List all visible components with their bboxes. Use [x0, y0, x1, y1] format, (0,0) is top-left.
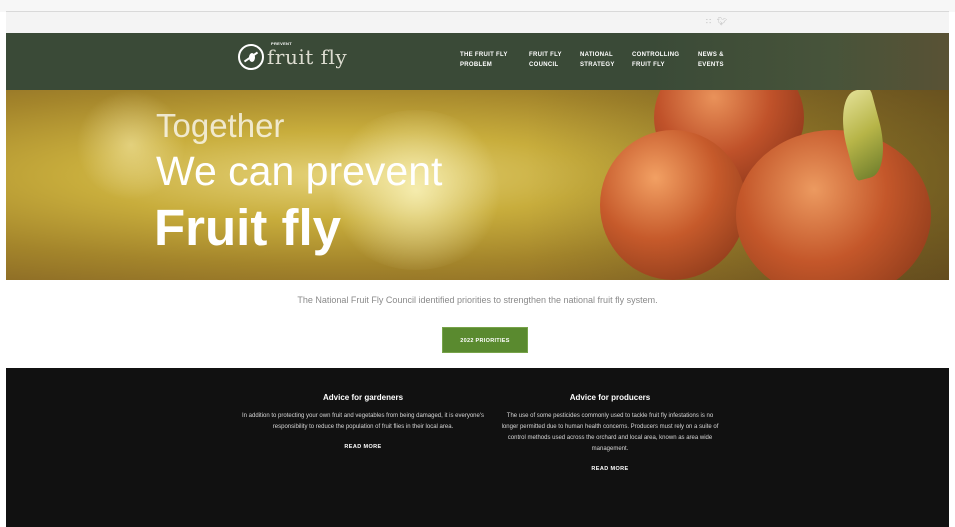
nav-item-line: PROBLEM — [460, 62, 493, 68]
hero-banner: Together We can prevent Fruit fly — [6, 90, 949, 280]
producers-read-more-link[interactable]: READ MORE — [498, 466, 722, 472]
twitter-icon[interactable]: 🐦︎ — [717, 16, 727, 28]
gardeners-body: In addition to protecting your own fruit… — [242, 413, 484, 430]
nav-item-line: NATIONAL — [580, 52, 613, 58]
nav-item-line: COUNCIL — [529, 62, 559, 68]
nav-item-line: FRUIT FLY — [632, 62, 665, 68]
fruit-image — [600, 130, 746, 280]
producers-body: The use of some pesticides commonly used… — [501, 413, 719, 452]
nav-item-controlling-fruit-fly[interactable]: CONTROLLING FRUIT FLY — [632, 50, 683, 70]
nav-item-line: STRATEGY — [580, 62, 615, 68]
intro-text: The National Fruit Fly Council identifie… — [297, 295, 658, 305]
logo-name: fruit fly — [267, 45, 348, 69]
hero-heading-together: Together — [156, 107, 285, 144]
nav-item-line: FRUIT FLY — [529, 52, 562, 58]
logo-prevent-label: PREVENT — [271, 41, 292, 46]
producers-column: Advice for producers The use of some pes… — [498, 392, 722, 472]
gardeners-read-more-link[interactable]: READ MORE — [238, 444, 488, 450]
fly-logo-icon — [238, 44, 264, 70]
priorities-button[interactable]: 2022 PRIORITIES — [442, 327, 528, 353]
nav-item-line: EVENTS — [698, 62, 724, 68]
nav-item-line: CONTROLLING — [632, 52, 680, 58]
rss-icon[interactable]: ∷ — [706, 16, 711, 28]
site-logo[interactable]: PREVENT fruit fly — [238, 41, 348, 71]
gardeners-title: Advice for gardeners — [322, 393, 404, 402]
producers-title: Advice for producers — [569, 393, 651, 402]
gardeners-column: Advice for gardeners In addition to prot… — [238, 392, 488, 450]
logo-wordmark: PREVENT fruit fly — [267, 41, 348, 71]
main-navigation: PREVENT fruit fly THE FRUIT FLY PROBLEM … — [6, 33, 949, 90]
nav-menu: THE FRUIT FLY PROBLEM FRUIT FLY COUNCIL … — [460, 50, 743, 70]
hero-heading-prevent: We can prevent — [156, 148, 443, 194]
nav-item-line: THE FRUIT FLY — [460, 52, 508, 58]
nav-item-line: NEWS & — [698, 52, 724, 58]
social-links: ∷ 🐦︎ — [706, 16, 727, 28]
nav-item-news-events[interactable]: NEWS & EVENTS — [698, 50, 728, 70]
utility-bar: ∷ 🐦︎ — [6, 12, 949, 33]
advice-section: Advice for gardeners In addition to prot… — [6, 368, 949, 527]
nav-item-fruit-fly-council[interactable]: FRUIT FLY COUNCIL — [529, 50, 565, 70]
nav-item-fruit-fly-problem[interactable]: THE FRUIT FLY PROBLEM — [460, 50, 514, 70]
nav-item-national-strategy[interactable]: NATIONAL STRATEGY — [580, 50, 617, 70]
hero-heading-fruit-fly: Fruit fly — [154, 199, 341, 256]
